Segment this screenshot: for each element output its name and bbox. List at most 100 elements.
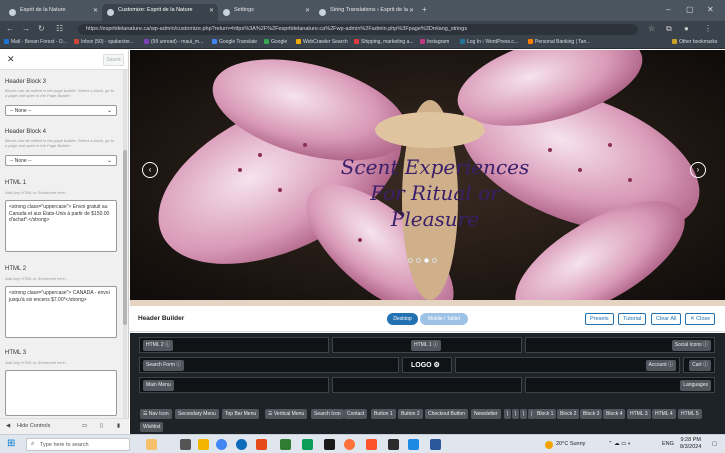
desktop-mode-button[interactable]: Desktop [387,313,418,325]
slider-dot-active[interactable] [424,258,429,263]
windows-start-icon[interactable]: ⊞ [7,438,15,449]
search-form-element[interactable]: Search Form ⓘ [143,360,185,371]
brave-icon[interactable] [366,439,377,450]
edge-icon[interactable] [236,439,247,450]
bookmark-unread[interactable]: (99 unread) - maui_m... [144,39,203,45]
close-window-icon[interactable]: ✕ [707,5,714,14]
desktop-preview-icon[interactable]: ▭ [82,423,87,429]
top-bar-left-area[interactable]: HTML 2 ⓘ [139,337,329,353]
tab-string-translations[interactable]: String Translations ‹ Esprit de la ✕ [314,4,418,21]
header-left-area[interactable]: Search Form ⓘ [139,357,399,373]
available-element[interactable]: | [512,409,520,419]
available-element[interactable]: | [504,409,512,419]
available-element[interactable]: HTML 5 [678,409,702,419]
new-tab-icon[interactable]: + [422,5,427,14]
available-element[interactable]: Checkout Button [425,409,468,419]
available-element[interactable]: Top Bar Menu [222,409,260,419]
social-icons-element[interactable]: Social Icons ⓘ [671,340,711,351]
cart-element[interactable]: Cart ⓘ [689,360,711,371]
profile-icon[interactable]: ● [684,24,689,33]
bookmark-mail[interactable]: Mail - Bevan Forest - O... [4,39,67,45]
header-far-right-area[interactable]: Cart ⓘ [683,357,715,373]
other-bookmarks[interactable]: Other bookmarks [672,39,717,45]
file-explorer-icon[interactable] [198,439,209,450]
taskbar-search[interactable]: ⌕ Type here to search [26,438,130,451]
available-element[interactable]: ☰ Vertical Menu [265,409,308,419]
slider-dot[interactable] [408,258,413,263]
app-icon[interactable] [388,439,399,450]
close-tab-icon[interactable]: ✕ [93,7,98,14]
mobile-mode-button[interactable]: Mobile / Tablet [420,313,468,325]
slider-prev-arrow-icon[interactable]: ‹ [142,162,158,178]
tray-icons[interactable]: ⌃ ☁ ▭ ◐ [608,441,631,447]
star-icon[interactable]: ☆ [648,24,655,33]
slider-next-arrow-icon[interactable]: › [690,162,706,178]
bookmark-inbox[interactable]: Inbox (50) - spabecter... [74,39,134,45]
tab-customize[interactable]: Customize: Esprit de la Nature ✕ [102,4,218,21]
presets-button[interactable]: Presets [585,313,614,325]
available-element[interactable]: Search Icon [311,409,344,419]
bottom-right-area[interactable]: Languages [525,377,715,393]
main-menu-element[interactable]: Main Menu [143,380,174,391]
bookmark-wordpress[interactable]: Log In ‹ WordPress.c... [460,39,518,45]
app-icon[interactable] [302,439,313,450]
available-element[interactable]: Block 2 [557,409,580,419]
close-button[interactable]: ✕ Close [685,313,716,325]
hide-controls-icon[interactable]: ◀ [6,423,10,429]
available-element[interactable]: Block 4 [603,409,626,419]
html-3-textarea[interactable] [5,370,117,416]
available-element[interactable]: Block 1 [534,409,557,419]
task-view-icon[interactable] [180,439,191,450]
available-element[interactable]: Newsletter [471,409,501,419]
reload-icon[interactable]: ↻ [38,24,45,33]
html-1-element[interactable]: HTML 1 ⓘ [411,340,441,351]
html-1-textarea[interactable]: <strong class="uppercase"> Envoi gratuit… [5,200,117,252]
maximize-icon[interactable]: ▢ [686,5,694,14]
available-element[interactable]: Secondary Menu [175,409,219,419]
bookmark-webcrawler[interactable]: WebCrawler Search [296,39,348,45]
bookmark-google[interactable]: Google [264,39,287,45]
close-tab-icon[interactable]: ✕ [409,7,414,14]
available-element[interactable]: HTML 3 [627,409,651,419]
html-2-element[interactable]: HTML 2 ⓘ [143,340,173,351]
hide-controls-button[interactable]: Hide Controls [17,423,50,429]
available-element[interactable]: Block 3 [580,409,603,419]
logo-area[interactable]: LOGO ⚙ [402,357,452,373]
clear-all-button[interactable]: Clear All [651,313,682,325]
clock[interactable]: 9:28 PM 8/3/2024 [680,437,701,451]
bottom-center-area[interactable] [332,377,522,393]
minimize-icon[interactable]: – [666,5,670,14]
menu-icon[interactable]: ⋮ [704,24,712,33]
bookmark-shipping[interactable]: Shipping, marketing a... [354,39,414,45]
notifications-icon[interactable]: ▢ [712,441,717,447]
site-info-icon[interactable]: ☷ [56,24,63,33]
account-element[interactable]: Account ⓘ [645,360,676,371]
firefox-icon[interactable] [344,439,355,450]
app-icon[interactable] [280,439,291,450]
bottom-left-area[interactable]: Main Menu [139,377,329,393]
available-element[interactable]: ☰ Nav Icon [140,409,172,419]
top-bar-center-area[interactable]: HTML 1 ⓘ [332,337,522,353]
language-indicator[interactable]: ENG [662,441,674,447]
url-field[interactable]: https://espritdelanature.ca/wp-admin/cus… [78,24,638,35]
close-tab-icon[interactable]: ✕ [209,7,214,14]
available-element[interactable]: | [520,409,528,419]
tablet-preview-icon[interactable]: ▯ [100,423,103,429]
available-element[interactable]: Contact [344,409,368,419]
app-icon[interactable] [256,439,267,450]
saved-button[interactable]: Saved [103,54,124,66]
mobile-preview-icon[interactable]: ▮ [117,423,120,429]
beach-widget-icon[interactable] [146,439,157,450]
sidebar-scroll-thumb[interactable] [123,150,127,325]
tab-esprit[interactable]: Esprit de la Nature ✕ [4,4,102,21]
html-2-textarea[interactable]: <strong class="uppercase"> CANADA - envo… [5,286,117,338]
forward-icon[interactable]: → [22,24,30,33]
close-tab-icon[interactable]: ✕ [305,7,310,14]
tab-settings[interactable]: Settings ✕ [218,4,314,21]
available-element[interactable]: Button 1 [371,409,396,419]
bookmark-instagram[interactable]: Instagram [420,39,449,45]
slider-dot[interactable] [416,258,421,263]
header-block-4-select[interactable]: -- None -- ⌄ [5,155,117,166]
word-icon[interactable] [430,439,441,450]
available-element[interactable]: HTML 4 [652,409,676,419]
